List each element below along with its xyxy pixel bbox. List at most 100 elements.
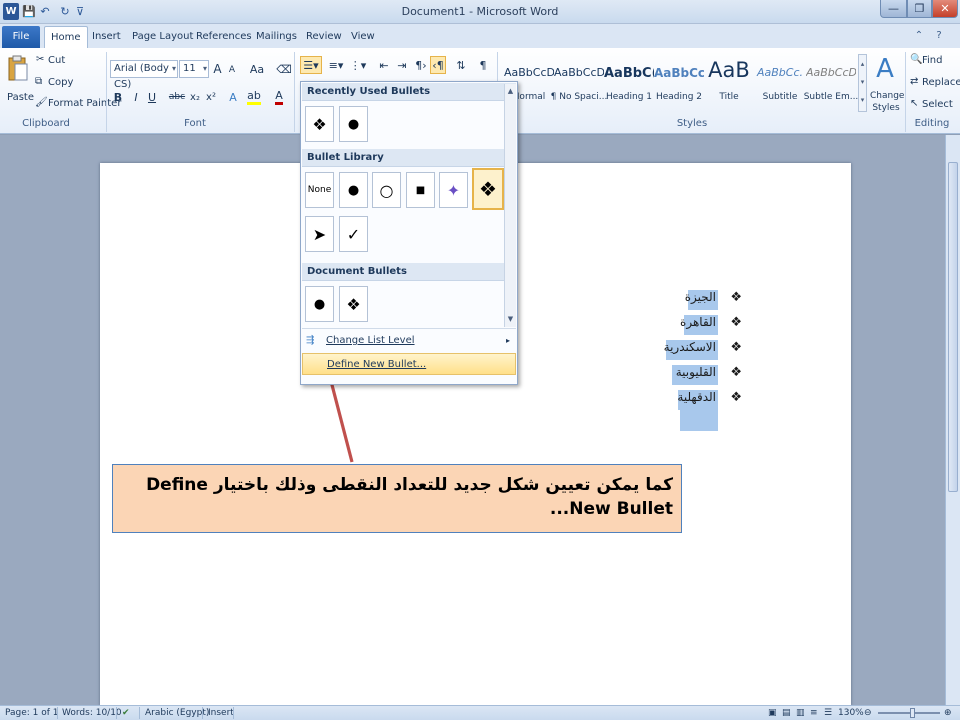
insert-mode-indicator[interactable]: Insert [208, 708, 234, 718]
font-color-icon[interactable]: A [272, 88, 286, 106]
bullet-icon: ❖ [730, 315, 742, 330]
ltr-button[interactable]: ¶› [414, 56, 428, 74]
bullet-option-none[interactable]: None [305, 172, 334, 208]
bullet-option-arrow[interactable]: ➤ [305, 216, 334, 252]
tab-insert[interactable]: Insert [86, 26, 127, 48]
zoom-out-icon[interactable]: ⊖ [864, 708, 872, 718]
list-item-text: الجيزة [684, 290, 716, 304]
grow-font-button[interactable]: A [211, 60, 224, 78]
italic-button[interactable]: I [130, 88, 142, 106]
dropdown-scrollbar[interactable]: ▲ ▼ [504, 84, 516, 327]
zoom-level[interactable]: 130% [838, 708, 864, 718]
style-title[interactable]: AaB Title [704, 56, 754, 116]
bullet-option-dot[interactable]: ● [339, 172, 368, 208]
minimize-button[interactable]: — [880, 0, 907, 18]
bullets-button[interactable]: ☰▾ [300, 56, 322, 74]
tab-page-layout[interactable]: Page Layout [126, 26, 199, 48]
help-icon[interactable]: ? [932, 28, 946, 42]
bullet-option-diamond-selected[interactable]: ❖ [472, 168, 504, 210]
highlight-icon[interactable]: ab [246, 88, 262, 106]
change-list-level-item[interactable]: ⇶ Change List Level ▸ [302, 330, 516, 352]
underline-button[interactable]: U [146, 88, 158, 106]
list-item[interactable]: الجيزة ❖ [660, 287, 750, 312]
divider [106, 52, 107, 132]
bullet-option-circle[interactable]: ○ [372, 172, 401, 208]
list-item[interactable]: القليوبية ❖ [660, 362, 750, 387]
zoom-in-icon[interactable]: ⊕ [944, 708, 952, 718]
style-no-spacing[interactable]: AaBbCcDc ¶ No Spaci... [551, 56, 608, 116]
copy-button[interactable]: Copy [48, 77, 73, 88]
divider [294, 52, 295, 132]
style-subtle-emphasis[interactable]: AaBbCcDc Subtle Em... [804, 56, 859, 116]
draft-icon[interactable]: ☰ [824, 708, 832, 718]
font-size-combo[interactable]: 11 ▾ [179, 60, 209, 78]
vertical-scrollbar[interactable] [945, 135, 960, 705]
define-new-bullet-item[interactable]: Define New Bullet... [302, 353, 516, 375]
scrollbar-thumb[interactable] [948, 162, 958, 492]
select-button[interactable]: Select [922, 99, 953, 110]
window-title: Document1 - Microsoft Word [401, 5, 559, 18]
list-item[interactable]: الاسكندرية ❖ [660, 337, 750, 362]
minimize-ribbon-icon[interactable]: ⌃ [912, 28, 926, 42]
replace-button[interactable]: Replace [922, 77, 960, 88]
font-name-combo[interactable]: Arial (Body CS) ▾ [110, 60, 178, 90]
rtl-button[interactable]: ‹¶ [430, 56, 446, 74]
styles-scroll[interactable]: ▴ ▾ ▾ [858, 54, 867, 112]
change-styles-label: Change Styles [870, 91, 905, 113]
proofing-icon[interactable]: ✔ [122, 708, 130, 718]
tab-review[interactable]: Review [300, 26, 348, 48]
change-styles-button[interactable]: A Change Styles [868, 52, 905, 116]
style-sample: AaBbCcDc [504, 66, 554, 79]
web-layout-icon[interactable]: ▥ [796, 708, 805, 718]
decrease-indent-button[interactable]: ⇤ [376, 56, 392, 74]
cut-button[interactable]: Cut [48, 55, 65, 66]
numbering-button[interactable]: ≡▾ [326, 56, 346, 74]
tab-home[interactable]: Home [44, 26, 88, 48]
increase-indent-button[interactable]: ⇥ [394, 56, 410, 74]
style-heading-1[interactable]: AaBbC( Heading 1 [604, 56, 654, 116]
shrink-font-button[interactable]: A [226, 61, 238, 79]
language-indicator[interactable]: Arabic (Egypt) [145, 708, 209, 718]
bold-button[interactable]: B [112, 88, 124, 106]
zoom-slider-thumb[interactable] [910, 708, 915, 718]
bullet-option-dot[interactable]: ● [305, 286, 334, 322]
full-screen-icon[interactable]: ▤ [782, 708, 791, 718]
superscript-button[interactable]: x² [204, 88, 218, 106]
scroll-up-icon[interactable]: ▲ [505, 84, 516, 98]
bullet-option-check[interactable]: ✓ [339, 216, 368, 252]
bullet-option-diamond[interactable]: ❖ [305, 106, 334, 142]
print-layout-icon[interactable]: ▣ [768, 708, 777, 718]
page-count[interactable]: Page: 1 of 1 [5, 708, 59, 718]
list-item-text: القليوبية [675, 365, 716, 379]
bullet-option-square[interactable]: ■ [406, 172, 435, 208]
show-marks-button[interactable]: ¶ [476, 56, 490, 74]
change-case-button[interactable]: Aa [248, 60, 266, 78]
maximize-button[interactable]: ❐ [907, 0, 932, 18]
scroll-down-icon[interactable]: ▼ [505, 312, 516, 326]
clipboard-group-label: Clipboard [22, 118, 70, 129]
tab-mailings[interactable]: Mailings [250, 26, 303, 48]
list-item[interactable]: القاهرة ❖ [660, 312, 750, 337]
strikethrough-button[interactable]: abc [168, 88, 186, 106]
style-subtitle[interactable]: AaBbCc. Subtitle [755, 56, 805, 116]
style-heading-2[interactable]: AaBbCc Heading 2 [654, 56, 704, 116]
subscript-button[interactable]: x₂ [188, 88, 202, 106]
outline-icon[interactable]: ≡ [810, 708, 818, 718]
zoom-slider[interactable] [878, 708, 940, 718]
text-effects-icon[interactable]: A [226, 88, 240, 106]
multilevel-list-button[interactable]: ⋮▾ [348, 56, 368, 74]
find-button[interactable]: Find [922, 55, 943, 66]
close-button[interactable]: ✕ [932, 0, 958, 18]
tab-references[interactable]: References [190, 26, 258, 48]
bullet-option-diamond[interactable]: ❖ [339, 286, 368, 322]
list-item[interactable]: الدقهلية ❖ [660, 387, 750, 412]
format-painter-button[interactable]: Format Painter [48, 98, 121, 109]
tab-view[interactable]: View [345, 26, 381, 48]
bullet-option-dot[interactable]: ● [339, 106, 368, 142]
clear-formatting-button[interactable]: ⌫ [276, 60, 292, 78]
paste-button[interactable]: Paste [4, 52, 34, 112]
word-count[interactable]: Words: 10/10 [62, 708, 122, 718]
tab-file[interactable]: File [2, 26, 40, 48]
bullet-option-star[interactable]: ✦ [439, 172, 468, 208]
sort-button[interactable]: ⇅ [454, 56, 468, 74]
